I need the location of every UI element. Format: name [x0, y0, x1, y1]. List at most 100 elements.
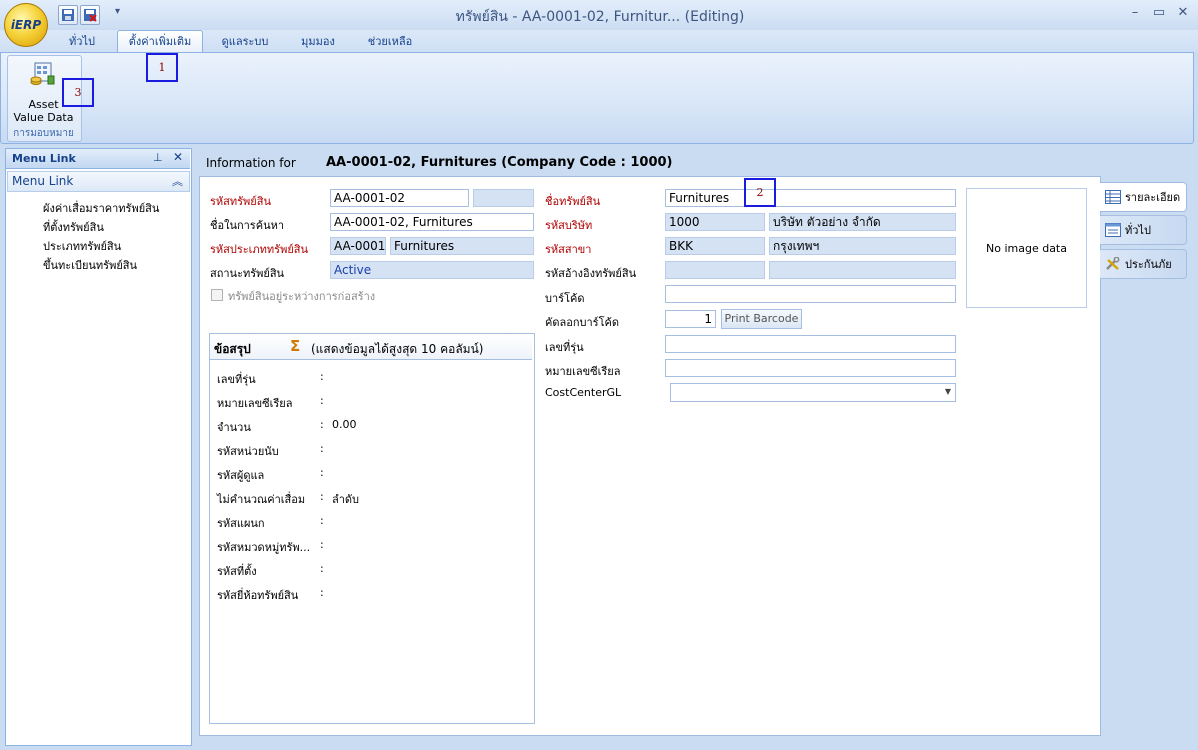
summary-colon: :	[320, 514, 324, 527]
save-and-close-icon[interactable]	[80, 5, 100, 25]
summary-row-label: ไม่คำนวณค่าเสื่อม	[217, 493, 306, 506]
copy-barcode-label: คัดลอกบาร์โค้ด	[545, 316, 619, 329]
asset-code-input[interactable]: AA-0001-02	[330, 189, 469, 207]
company-code-label: รหัสบริษัท	[545, 219, 593, 232]
info-label: Information for	[206, 156, 296, 170]
menu-item-asset-type[interactable]: ประเภททรัพย์สิน	[43, 237, 121, 255]
ribbon-group-label: การมอบหมาย	[13, 128, 74, 139]
summary-row-label: รหัสหมวดหมู่ทรัพ...	[217, 541, 311, 554]
under-construction-label: ทรัพย์สินอยู่ระหว่างการก่อสร้าง	[228, 290, 376, 303]
annotation-2: 2	[744, 178, 776, 207]
asset-name-label: ชื่อทรัพย์สิน	[545, 195, 601, 208]
save-icon[interactable]	[58, 5, 78, 25]
serial-number-label: หมายเลขซีเรียล	[545, 365, 621, 378]
summary-row-label: จำนวน	[217, 421, 251, 434]
company-code-field[interactable]: 1000	[665, 213, 765, 231]
form-icon	[1105, 223, 1121, 237]
sigma-icon[interactable]: Σ	[290, 337, 300, 355]
side-tab-general[interactable]: ทั่วไป	[1100, 215, 1187, 245]
summary-colon: :	[320, 586, 324, 599]
asset-image-box[interactable]: No image data	[966, 188, 1087, 308]
side-tab-details-label: รายละเอียด	[1125, 191, 1181, 204]
asset-type-label: รหัสประเภททรัพย์สิน	[210, 243, 309, 256]
model-number-input[interactable]	[665, 335, 956, 353]
summary-row-label: รหัสที่ตั้ง	[217, 565, 257, 578]
asset-code-label: รหัสทรัพย์สิน	[210, 195, 271, 208]
asset-status-field[interactable]: Active	[330, 261, 534, 279]
tab-view[interactable]: มุมมอง	[292, 33, 344, 51]
menu-link-group-label: Menu Link	[12, 174, 74, 188]
table-icon	[1105, 190, 1121, 204]
tab-administration[interactable]: ดูแลระบบ	[214, 33, 276, 51]
pin-icon[interactable]: ⊥	[153, 151, 163, 164]
menu-item-asset-location[interactable]: ที่ตั้งทรัพย์สิน	[43, 218, 104, 236]
summary-title: ข้อสรุป	[214, 342, 251, 356]
summary-colon: :	[320, 442, 324, 455]
menu-link-title: Menu Link	[12, 152, 76, 165]
summary-row-label: รหัสแผนก	[217, 517, 265, 530]
app-menu-button[interactable]: iERP	[4, 3, 48, 47]
summary-colon: :	[320, 370, 324, 383]
asset-type-name-field: Furnitures	[390, 237, 534, 255]
barcode-input[interactable]	[665, 285, 956, 303]
close-icon[interactable]: ✕	[1172, 4, 1194, 22]
branch-code-label: รหัสสาขา	[545, 243, 592, 256]
annotation-1: 1	[146, 53, 178, 82]
search-name-input[interactable]: AA-0001-02, Furnitures	[330, 213, 534, 231]
tab-additional-settings[interactable]: ตั้งค่าเพิ่มเติม	[117, 30, 203, 53]
print-barcode-button[interactable]: Print Barcode	[721, 309, 802, 329]
chevron-down-icon[interactable]: ▼	[941, 384, 955, 400]
summary-colon: :	[320, 394, 324, 407]
annotation-3: 3	[62, 78, 94, 107]
collapse-icon[interactable]: ︽	[172, 173, 183, 189]
minimize-icon[interactable]: –	[1124, 4, 1146, 22]
asset-status-label: สถานะทรัพย์สิน	[210, 267, 285, 280]
barcode-label: บาร์โค้ด	[545, 292, 585, 305]
asset-code-suffix-field	[473, 189, 534, 207]
summary-row-label: หมายเลขซีเรียล	[217, 397, 293, 410]
copy-barcode-qty-input[interactable]: 1	[665, 310, 716, 328]
no-image-text: No image data	[986, 241, 1067, 255]
serial-number-input[interactable]	[665, 359, 956, 377]
summary-colon: :	[320, 562, 324, 575]
summary-row-value: ลำดับ	[332, 493, 360, 506]
restore-icon[interactable]: ▭	[1148, 4, 1170, 22]
model-number-label: เลขที่รุ่น	[545, 341, 584, 354]
summary-row-label: เลขที่รุ่น	[217, 373, 256, 386]
summary-row-label: รหัสยี่ห้อทรัพย์สิน	[217, 589, 299, 602]
asset-name-input[interactable]: Furnitures	[665, 189, 956, 207]
side-tab-details[interactable]: รายละเอียด	[1100, 182, 1187, 212]
app-logo: iERP	[10, 18, 42, 32]
costcenter-label: CostCenterGL	[545, 386, 622, 399]
asset-value-icon	[30, 62, 56, 86]
branch-name-field: กรุงเทพฯ	[769, 237, 956, 255]
ref-asset-code-field[interactable]	[665, 261, 765, 279]
info-value: AA-0001-02, Furnitures (Company Code : 1…	[326, 155, 673, 170]
branch-code-field[interactable]: BKK	[665, 237, 765, 255]
company-name-field: บริษัท ตัวอย่าง จำกัด	[769, 213, 956, 231]
summary-note: (แสดงข้อมูลได้สูงสุด 10 คอลัมน์)	[311, 342, 484, 356]
summary-row-value: 0.00	[332, 418, 357, 431]
summary-colon: :	[320, 466, 324, 479]
tab-help[interactable]: ช่วยเหลือ	[362, 33, 418, 51]
side-tab-insurance[interactable]: ประกันภัย	[1100, 249, 1187, 279]
summary-row-label: รหัสผู้ดูแล	[217, 469, 265, 482]
under-construction-checkbox[interactable]	[211, 289, 223, 301]
tab-general[interactable]: ทั่วไป	[58, 33, 106, 51]
search-name-label: ชื่อในการค้นหา	[210, 219, 285, 232]
costcenter-select[interactable]: ▼	[670, 383, 956, 402]
menu-item-depreciation-chart[interactable]: ผังค่าเสื่อมราคาทรัพย์สิน	[43, 199, 159, 217]
ribbon-panel	[0, 52, 1194, 144]
ref-asset-name-field	[769, 261, 956, 279]
summary-colon: :	[320, 490, 324, 503]
summary-colon: :	[320, 538, 324, 551]
ref-asset-label: รหัสอ้างอิงทรัพย์สิน	[545, 267, 637, 280]
summary-row-label: รหัสหน่วยนับ	[217, 445, 279, 458]
side-tab-insurance-label: ประกันภัย	[1125, 258, 1172, 271]
menu-item-asset-register[interactable]: ขึ้นทะเบียนทรัพย์สิน	[43, 256, 137, 274]
asset-type-code-field[interactable]: AA-0001	[330, 237, 386, 255]
summary-colon: :	[320, 418, 324, 431]
close-panel-icon[interactable]: ✕	[173, 150, 183, 164]
side-tab-general-label: ทั่วไป	[1125, 224, 1151, 237]
qat-dropdown-icon[interactable]: ▾	[115, 6, 120, 17]
